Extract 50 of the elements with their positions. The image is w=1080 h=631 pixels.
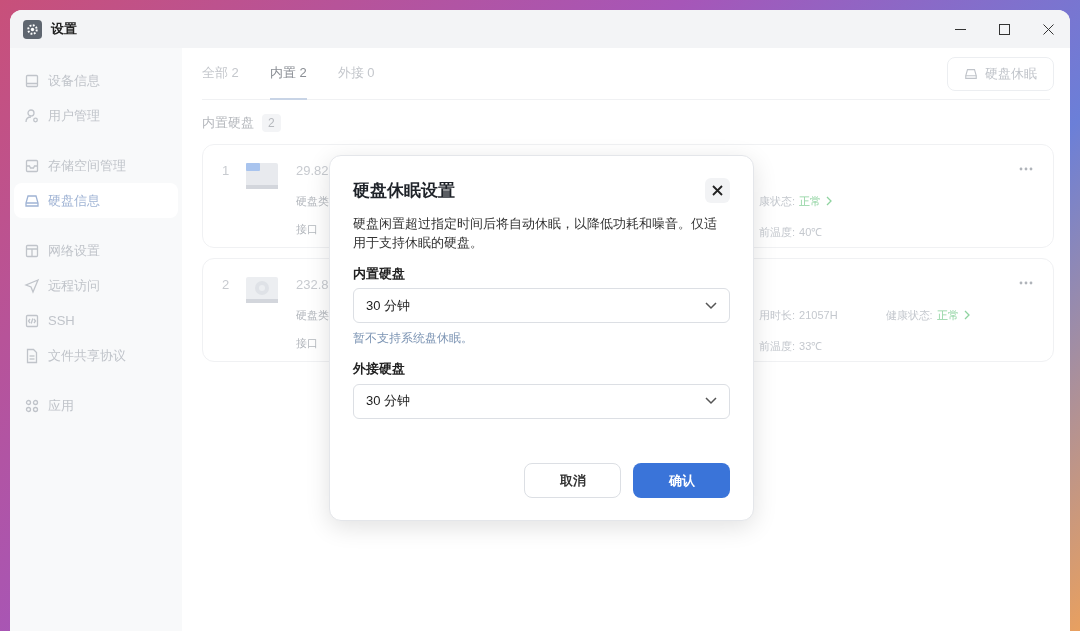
interface-label: 接口 <box>296 336 319 351</box>
monitor-icon <box>24 72 40 89</box>
chevron-right-icon <box>825 196 834 207</box>
disk-type-label: 硬盘类 <box>296 193 329 209</box>
confirm-button[interactable]: 确认 <box>633 463 730 498</box>
tab[interactable]: 外接 0 <box>337 47 375 100</box>
chevron-down-icon <box>705 301 717 310</box>
close-icon <box>1042 23 1054 35</box>
gear-icon <box>23 19 42 39</box>
chevron-down-icon <box>705 397 717 405</box>
field-label: 外接硬盘 <box>353 360 406 378</box>
health-status: 正常 <box>936 308 959 323</box>
sleep-button[interactable]: 硬盘休眠 <box>947 56 1054 91</box>
user-icon <box>24 107 40 124</box>
sidebar-item[interactable]: 硬盘信息 <box>14 183 178 218</box>
drive-icon <box>24 192 40 209</box>
tab[interactable]: 全部 2 <box>202 47 239 100</box>
dialog-title: 硬盘休眠设置 <box>353 180 455 202</box>
select-field[interactable]: 30 分钟 <box>353 288 730 323</box>
health-status: 正常 <box>799 194 822 209</box>
storage-icon <box>24 157 40 174</box>
more-icon[interactable] <box>1019 167 1033 171</box>
window-title: 设置 <box>51 20 77 39</box>
field-label: 内置硬盘 <box>353 264 406 283</box>
field-hint: 暂不支持系统盘休眠。 <box>353 330 474 347</box>
section-title: 内置硬盘 <box>202 114 254 133</box>
interface-label: 接口 <box>296 222 319 237</box>
file-icon <box>24 347 40 364</box>
close-icon <box>712 185 723 197</box>
count-badge: 2 <box>262 114 281 132</box>
chevron-right-icon <box>962 310 971 321</box>
sidebar-item[interactable]: SSH <box>14 303 178 338</box>
disk-type-label: 硬盘类 <box>296 307 329 323</box>
more-icon[interactable] <box>1019 281 1033 285</box>
tab[interactable]: 内置 2 <box>269 47 307 100</box>
drive-icon <box>244 161 280 191</box>
close-button[interactable] <box>705 178 730 204</box>
cancel-button[interactable]: 取消 <box>524 463 621 498</box>
info-value: 21057H <box>799 308 838 323</box>
send-icon <box>24 277 40 294</box>
drive-icon <box>244 275 280 305</box>
info-value: 33℃ <box>799 338 823 354</box>
window-icon <box>24 242 40 259</box>
select-field[interactable]: 30 分钟 <box>353 383 730 419</box>
drive-icon <box>964 66 978 81</box>
dialog-description: 硬盘闲置超过指定时间后将自动休眠，以降低功耗和噪音。仅适用于支持休眠的硬盘。 <box>353 214 718 252</box>
grid-icon <box>24 397 40 414</box>
info-value: 40℃ <box>799 224 823 240</box>
code-icon <box>24 312 40 329</box>
maximize-icon <box>998 23 1010 35</box>
